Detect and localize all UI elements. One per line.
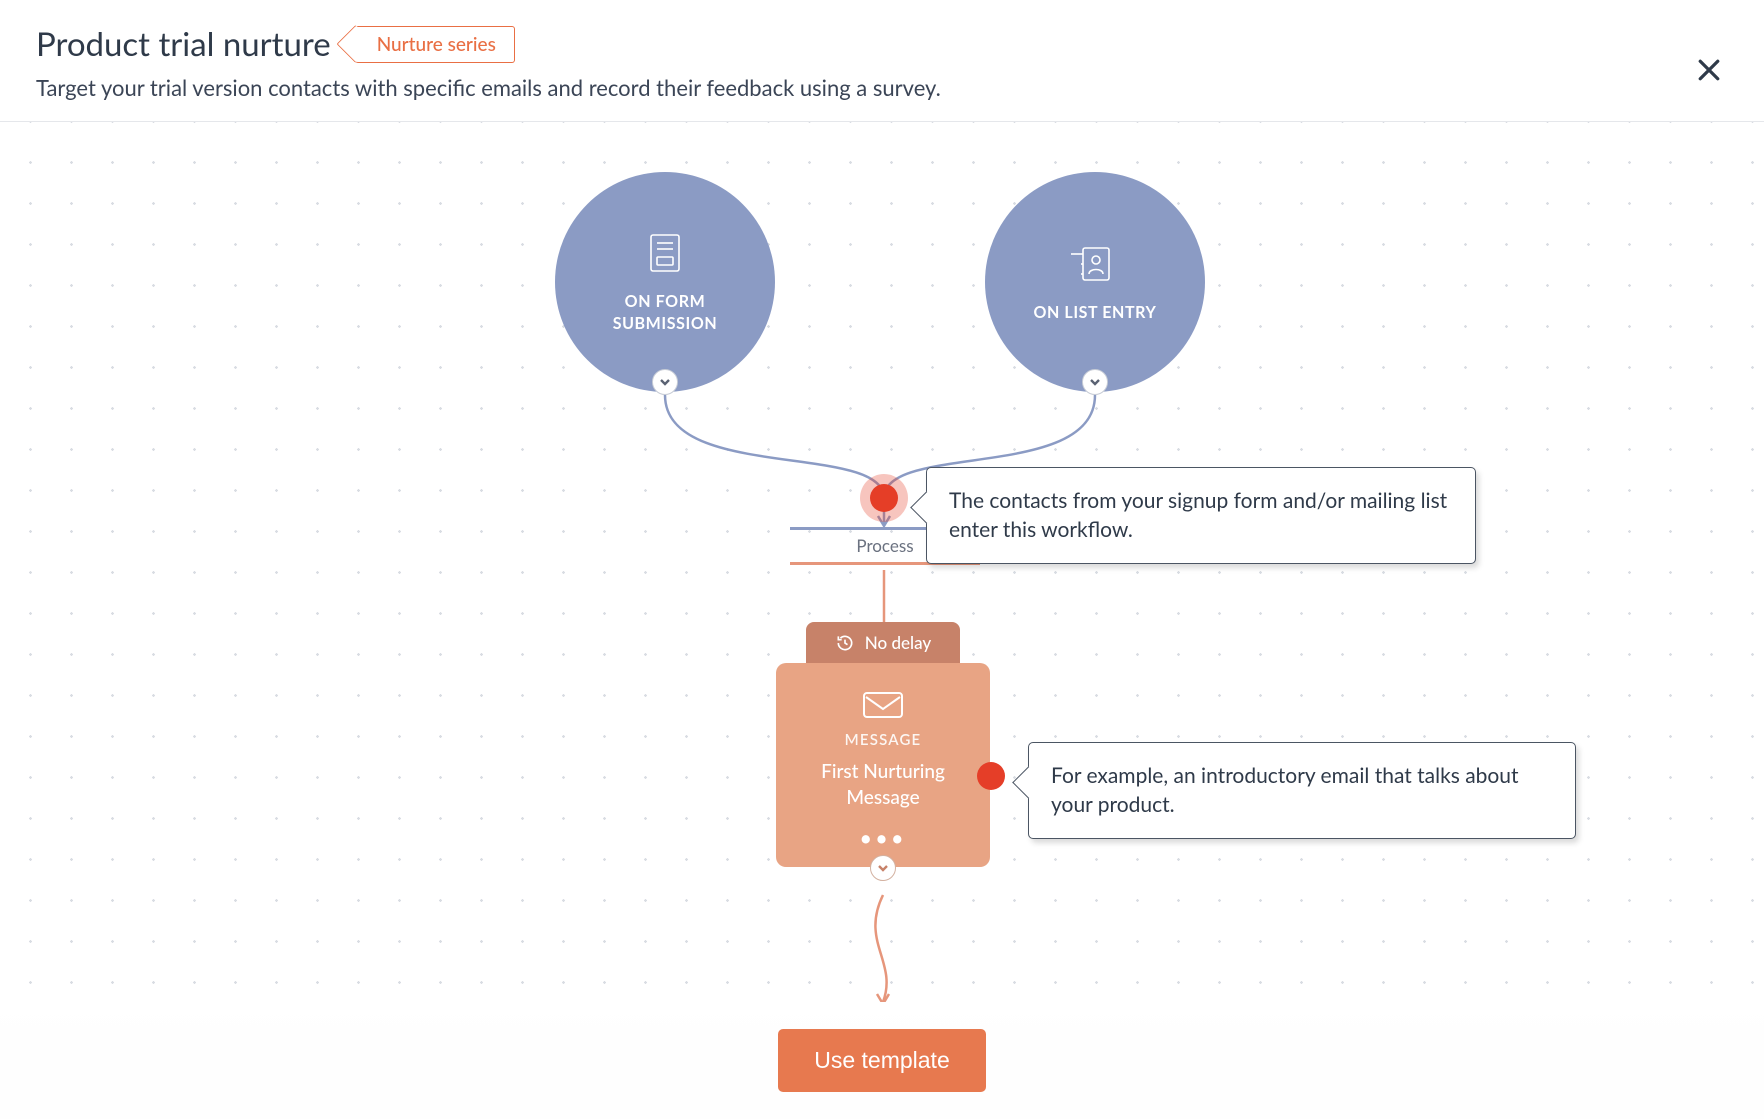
- workflow-canvas[interactable]: ON FORM SUBMISSION ON LIST ENTRY Process: [0, 122, 1764, 1002]
- page-header: Product trial nurture Nurture series Tar…: [0, 0, 1764, 122]
- chevron-down-icon: [877, 862, 889, 874]
- node-type-label: MESSAGE: [845, 731, 922, 749]
- trigger-label-line: ON FORM: [613, 291, 718, 313]
- form-icon: [641, 229, 689, 277]
- delay-label: No delay: [865, 632, 931, 653]
- node-title: First Nurturing Message: [796, 759, 970, 810]
- message-node[interactable]: No delay MESSAGE First Nurturing Message…: [776, 622, 990, 867]
- page-title: Product trial nurture: [36, 24, 331, 64]
- trigger-label-line: SUBMISSION: [613, 313, 718, 335]
- hint-tooltip-message: For example, an introductory email that …: [1028, 742, 1576, 839]
- hint-marker[interactable]: [870, 484, 898, 512]
- more-icon[interactable]: •••: [859, 824, 906, 851]
- envelope-icon: [862, 689, 904, 721]
- connector-handle[interactable]: [870, 855, 896, 881]
- footer: Use template: [0, 1001, 1764, 1119]
- trigger-node-form-submission[interactable]: ON FORM SUBMISSION: [555, 172, 775, 392]
- trigger-node-list-entry[interactable]: ON LIST ENTRY: [985, 172, 1205, 392]
- chevron-down-icon: [1089, 376, 1101, 388]
- trigger-label: ON LIST ENTRY: [1033, 302, 1156, 324]
- tooltip-text: The contacts from your signup form and/o…: [949, 488, 1447, 542]
- connector-handle[interactable]: [652, 369, 678, 395]
- contact-book-icon: [1071, 240, 1119, 288]
- tooltip-text: For example, an introductory email that …: [1051, 763, 1519, 817]
- use-template-button[interactable]: Use template: [778, 1029, 986, 1092]
- history-icon: [835, 633, 855, 653]
- page-subtitle: Target your trial version contacts with …: [36, 74, 1728, 101]
- trigger-label: ON FORM SUBMISSION: [613, 291, 718, 334]
- close-icon: [1694, 55, 1724, 85]
- title-row: Product trial nurture Nurture series: [36, 24, 1728, 64]
- chevron-down-icon: [659, 376, 671, 388]
- hint-marker[interactable]: [977, 762, 1005, 790]
- series-tag-label: Nurture series: [377, 33, 496, 56]
- close-button[interactable]: [1694, 55, 1724, 89]
- message-node-body[interactable]: MESSAGE First Nurturing Message •••: [776, 663, 990, 867]
- delay-chip[interactable]: No delay: [806, 622, 960, 663]
- connector-handle[interactable]: [1082, 369, 1108, 395]
- hint-tooltip-entry: The contacts from your signup form and/o…: [926, 467, 1476, 564]
- series-tag[interactable]: Nurture series: [355, 26, 515, 63]
